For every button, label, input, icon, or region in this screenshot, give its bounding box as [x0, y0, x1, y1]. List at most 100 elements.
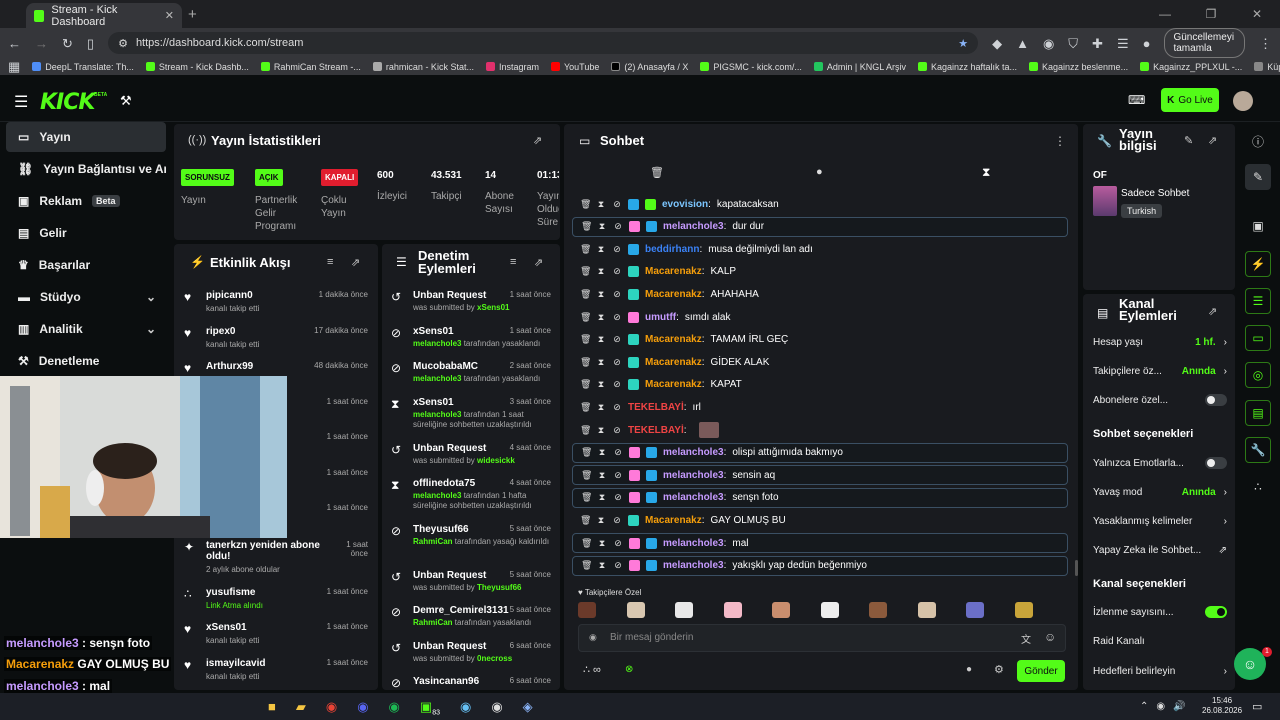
chrome-icon[interactable]: ◉ — [326, 699, 337, 717]
more-icon[interactable]: ∴ — [1245, 474, 1271, 500]
edit-pencil-icon[interactable]: ✎ — [1184, 134, 1193, 147]
hourglass-icon[interactable]: ⧗ — [597, 447, 607, 458]
shield-icon[interactable]: ⛉ — [1068, 37, 1078, 50]
sidebar-item-analytics[interactable]: ▥ Analitik ⌄ — [6, 314, 166, 344]
chat-username[interactable]: umutff — [645, 312, 676, 323]
ban-icon[interactable]: ⊘ — [613, 492, 623, 503]
chat-message[interactable]: 🗑 ⧗ ⊘ TEKELBAYİ: ırl — [572, 397, 1068, 417]
chat-message[interactable]: 🗑 ⧗ ⊘ evovision: kapatacaksan — [572, 194, 1068, 214]
bookmark[interactable]: PIGSMC - kick.com/... — [700, 62, 802, 72]
points-icon[interactable]: ∴ ∞ — [583, 663, 601, 676]
chat-username[interactable]: Macarenakz — [645, 515, 702, 526]
emote-icon[interactable] — [723, 602, 742, 618]
sidebar-item-achievements[interactable]: ♛ Başarılar — [6, 250, 166, 280]
moderation-item[interactable]: ⊘ Demre_Cemirel3131 RahmiCan tarafından ya… — [391, 605, 551, 639]
chat-message[interactable]: 🗑 ⧗ ⊘ Macarenakz: TAMAM İRL GEÇ — [572, 330, 1068, 350]
chat-username[interactable]: Macarenakz — [645, 334, 702, 345]
trash-icon[interactable]: 🗑 — [580, 515, 591, 526]
ban-icon[interactable]: ⊘ — [613, 470, 623, 481]
ban-icon[interactable]: ⊘ — [612, 266, 622, 277]
notification-center-icon[interactable]: ▭ — [1252, 700, 1262, 713]
chat-message[interactable]: 🗑 ⧗ ⊘ Macarenakz: GAY OLMUŞ BU — [572, 510, 1068, 530]
trash-icon[interactable]: 🗑 — [580, 334, 591, 345]
system-tray[interactable]: ⌃ ◉ 🔊 — [1140, 701, 1186, 712]
sidebar-item-studio[interactable]: ▬ Stüdyo ⌄ — [6, 282, 166, 312]
screen-icon[interactable]: ▣ — [1245, 213, 1271, 239]
ban-icon[interactable]: ⊘ — [613, 538, 623, 549]
info-icon[interactable]: ⓘ — [1245, 128, 1271, 154]
moderation-item[interactable]: ⊘ MucobabaMC melanchole3 tarafından yasakl… — [391, 361, 551, 395]
profile-avatar[interactable]: ● — [1143, 37, 1151, 50]
back-icon[interactable]: ← — [8, 37, 21, 50]
chat-username[interactable]: Macarenakz — [645, 289, 702, 300]
chat-message[interactable]: 🗑 ⧗ ⊘ melanchole3: mal — [572, 533, 1068, 553]
chat-username[interactable]: Macarenakz — [645, 357, 702, 368]
clock[interactable]: 15:46 26.08.2026 — [1202, 696, 1242, 716]
hourglass-icon[interactable]: ⧗ — [596, 357, 606, 368]
emote-icon[interactable] — [917, 602, 936, 618]
kick-app-icon[interactable]: ▣83 — [420, 699, 440, 717]
edit-icon[interactable]: ✎ — [1245, 164, 1271, 190]
trash-icon[interactable]: 🗑 — [580, 402, 591, 413]
chat-message[interactable]: 🗑 ⧗ ⊘ melanchole3: senşn foto — [572, 487, 1068, 508]
chat-message[interactable]: 🗑 ⧗ ⊘ umutff: sımdı alak — [572, 307, 1068, 327]
emote-icon[interactable] — [966, 602, 984, 618]
hourglass-icon[interactable]: ⧗ — [596, 266, 606, 277]
chat-username[interactable]: melanchole3 — [663, 470, 724, 481]
user-avatar[interactable] — [1233, 91, 1253, 111]
chat-username[interactable]: melanchole3 — [663, 492, 724, 503]
trash-icon[interactable]: 🗑 — [580, 357, 591, 368]
popout-icon[interactable]: ⇗ — [1208, 305, 1217, 318]
chat-message[interactable]: 🗑 ⧗ ⊘ melanchole3: yakışklı yap dedün beğenm… — [572, 555, 1068, 576]
reload-icon[interactable]: ↻ — [62, 37, 73, 50]
hourglass-icon[interactable]: ⧗ — [596, 244, 606, 255]
chat-username[interactable]: evovision — [662, 199, 708, 210]
bookmark[interactable]: RahmiCan Stream -... — [260, 62, 361, 72]
chat-scrollbar[interactable] — [1075, 560, 1078, 576]
discord-icon[interactable]: ◉ — [357, 699, 368, 717]
close-window-icon[interactable]: ✕ — [1234, 0, 1280, 28]
extension-icon[interactable]: ◆ — [992, 37, 1002, 50]
chat-username[interactable]: Macarenakz — [645, 379, 702, 390]
trash-icon[interactable]: 🗑 — [581, 538, 592, 549]
hourglass-icon[interactable]: ⧗ — [596, 515, 606, 526]
browser-tab[interactable]: Stream - Kick Dashboard ✕ — [26, 3, 182, 28]
ban-icon[interactable]: ⊘ — [613, 560, 623, 571]
chat-message[interactable]: 🗑 ⧗ ⊘ Macarenakz: KAPAT — [572, 375, 1068, 395]
wrench-icon[interactable]: 🔧 — [1245, 437, 1271, 463]
ban-icon[interactable]: ⊘ — [612, 357, 622, 368]
hourglass-icon[interactable]: ⧗ — [596, 289, 606, 300]
trash-icon[interactable]: 🗑 — [580, 312, 591, 323]
sidebar-item-ads[interactable]: ▣ Reklam Beta — [6, 186, 166, 216]
emote-icon[interactable] — [675, 602, 693, 618]
chat-username[interactable]: Macarenakz — [645, 266, 702, 277]
emote-icon[interactable] — [1014, 602, 1033, 618]
bookmark[interactable]: Küpe – Page 2 — [1254, 62, 1280, 72]
maximize-icon[interactable]: ❐ — [1188, 0, 1234, 28]
ai-chat-setting[interactable]: Yapay Zeka ile Sohbet... ⇗ — [1093, 541, 1227, 559]
emote-icon[interactable] — [626, 602, 645, 618]
moderation-item[interactable]: ⊘ Theyusuf66 RahmiCan tarafından yasağı ka… — [391, 524, 551, 558]
chat-menu-icon[interactable]: ⋮ — [1054, 134, 1066, 148]
chat-username[interactable]: melanchole3 — [663, 538, 724, 549]
ban-icon[interactable]: ⊘ — [612, 379, 622, 390]
ban-icon[interactable]: ⊘ — [612, 515, 622, 526]
emoji-icon[interactable]: ☺ — [1044, 630, 1056, 644]
trash-icon[interactable]: 🗑 — [581, 221, 592, 232]
banned-words-setting[interactable]: Yasaklanmış kelimeler › — [1093, 512, 1227, 530]
menu-icon[interactable]: ⋮ — [1259, 37, 1272, 50]
extension-icon[interactable]: ▲ — [1016, 37, 1029, 50]
bookmark[interactable]: Kagainzz beslenme... — [1029, 62, 1128, 72]
trash-icon[interactable]: 🗑 — [580, 244, 591, 255]
hourglass-icon[interactable]: ⧗ — [597, 560, 607, 571]
chat-message[interactable]: 🗑 ⧗ ⊘ Macarenakz: KALP — [572, 262, 1068, 282]
ban-icon[interactable]: ⊘ — [613, 447, 623, 458]
account-age-setting[interactable]: Hesap yaşı 1 hf. › — [1093, 333, 1227, 351]
hourglass-icon[interactable]: ⧗ — [596, 379, 606, 390]
hourglass-icon[interactable]: ⧗ — [597, 470, 607, 481]
lightning-icon[interactable]: ⚡ — [1245, 251, 1271, 277]
popout-icon[interactable]: ⇗ — [351, 256, 360, 269]
moderation-item[interactable]: ↺ Unban Request was submitted by 0necross 6… — [391, 641, 551, 675]
trash-icon[interactable]: 🗑 — [581, 492, 592, 503]
goals-setting[interactable]: Hedefleri belirleyin › — [1093, 662, 1227, 680]
